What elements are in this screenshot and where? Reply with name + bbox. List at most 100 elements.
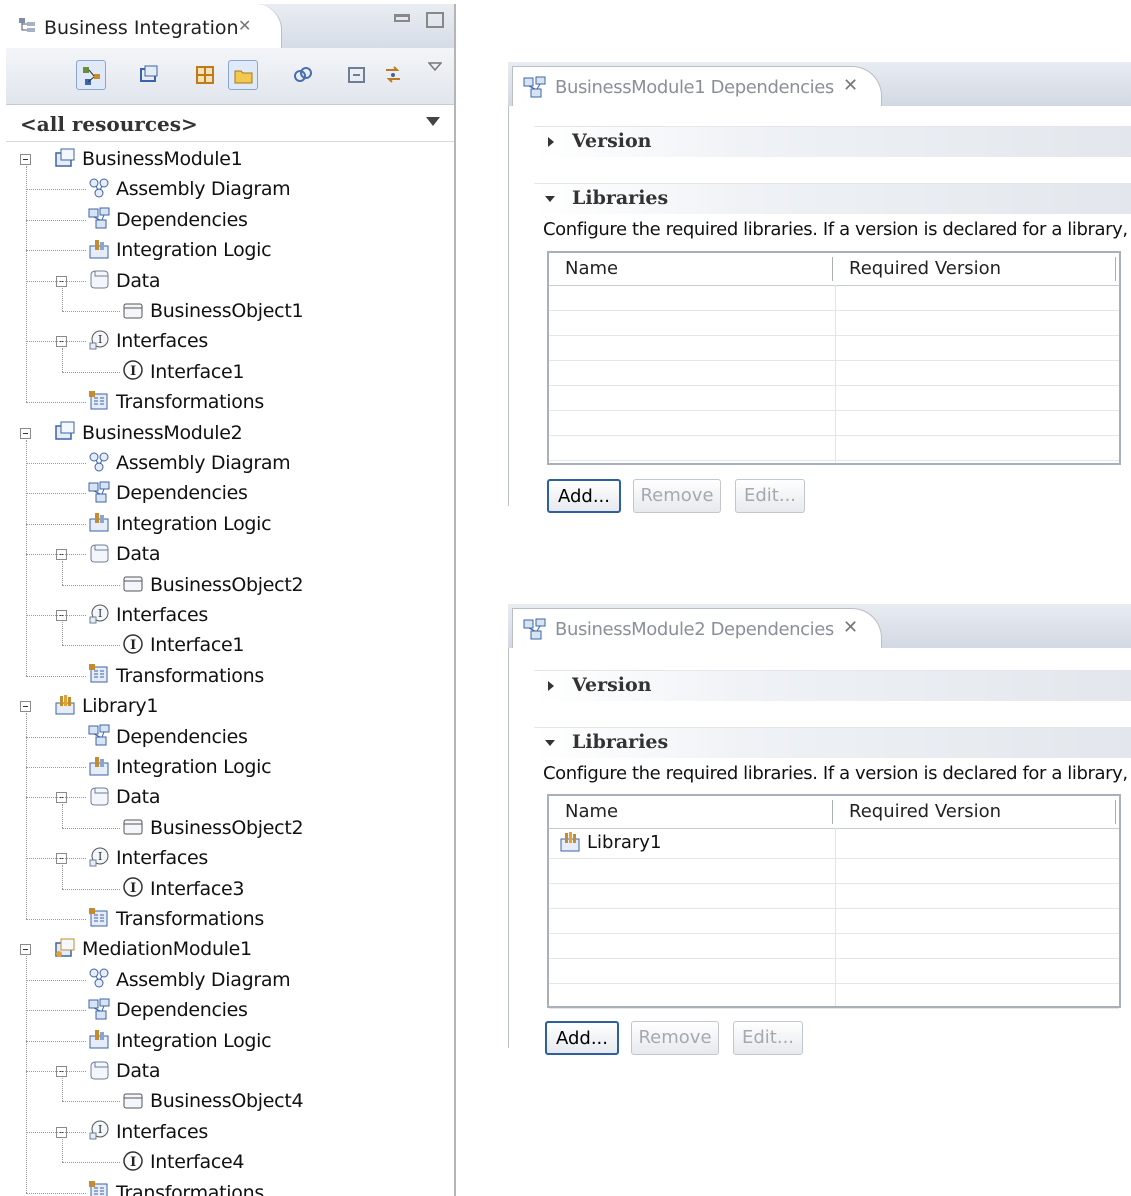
- tree-item[interactable]: Transformations: [88, 904, 264, 934]
- tree-item[interactable]: Dependencies: [88, 995, 248, 1025]
- tree-item[interactable]: BusinessObject1: [122, 296, 304, 326]
- remove-button[interactable]: Remove: [631, 1021, 719, 1055]
- tree-item[interactable]: Assembly Diagram: [88, 174, 291, 204]
- tree-item[interactable]: Integration Logic: [88, 509, 272, 539]
- dropdown-arrow-icon[interactable]: [426, 117, 440, 126]
- close-editor-icon[interactable]: ✕: [843, 617, 858, 638]
- table-row[interactable]: [549, 435, 1119, 461]
- tree-item[interactable]: I Interfaces: [88, 326, 208, 356]
- editor-tab[interactable]: BusinessModule1 Dependencies ✕: [512, 66, 882, 106]
- add-button[interactable]: Add...: [545, 1021, 619, 1055]
- table-row[interactable]: [549, 958, 1119, 984]
- column-separator[interactable]: [1115, 257, 1116, 281]
- collapse-toggle-icon[interactable]: [20, 154, 31, 165]
- library-name-cell: Library1: [587, 832, 662, 853]
- libraries-section-label: Libraries: [572, 187, 669, 209]
- collapse-toggle-icon[interactable]: [20, 427, 31, 439]
- column-separator[interactable]: [832, 800, 833, 824]
- new-module-button[interactable]: [134, 60, 164, 90]
- minimize-icon[interactable]: [394, 14, 410, 22]
- table-row[interactable]: [549, 360, 1119, 386]
- column-header-required-version[interactable]: Required Version: [849, 258, 1001, 279]
- libraries-table[interactable]: Name Required Version: [547, 251, 1121, 465]
- add-button[interactable]: Add...: [547, 479, 621, 513]
- column-header-name[interactable]: Name: [565, 801, 618, 822]
- tree-item[interactable]: BusinessModule2: [54, 418, 243, 448]
- tree-item[interactable]: BusinessObject2: [122, 813, 304, 843]
- tree-item[interactable]: Assembly Diagram: [88, 965, 291, 995]
- collapse-toggle-icon[interactable]: [20, 944, 31, 956]
- table-row[interactable]: [549, 933, 1119, 959]
- remove-button[interactable]: Remove: [633, 479, 721, 513]
- interfaces-icon: I: [89, 604, 109, 623]
- tree-item[interactable]: MediationModule1: [54, 934, 252, 964]
- tree-connector: [26, 1040, 86, 1042]
- table-header: Name Required Version: [549, 796, 1119, 829]
- table-row[interactable]: [549, 310, 1119, 336]
- tree-item[interactable]: Transformations: [88, 1178, 264, 1196]
- new-library-button[interactable]: [190, 60, 220, 90]
- column-separator[interactable]: [832, 257, 833, 281]
- tree-item-label: Interfaces: [116, 847, 208, 870]
- libraries-section-header[interactable]: Libraries: [534, 727, 1131, 758]
- table-row[interactable]: [549, 385, 1119, 411]
- editor-tab[interactable]: BusinessModule2 Dependencies ✕: [512, 608, 882, 648]
- column-header-required-version[interactable]: Required Version: [849, 801, 1001, 822]
- tree-item[interactable]: Transformations: [88, 387, 264, 417]
- tree-item[interactable]: Transformations: [88, 661, 264, 691]
- table-row[interactable]: [549, 335, 1119, 361]
- edit-button[interactable]: Edit...: [735, 479, 805, 513]
- collapsed-triangle-icon: [548, 681, 554, 691]
- tree-connector: [26, 979, 86, 981]
- open-folder-button[interactable]: [228, 60, 258, 90]
- table-row[interactable]: [549, 285, 1119, 311]
- tree-item[interactable]: Data: [88, 1056, 160, 1086]
- version-section-header[interactable]: Version: [534, 670, 1131, 701]
- column-header-name[interactable]: Name: [565, 258, 618, 279]
- tree-item[interactable]: BusinessObject4: [122, 1086, 304, 1116]
- tree-item[interactable]: Integration Logic: [88, 752, 272, 782]
- collapse-all-button[interactable]: [342, 60, 372, 90]
- tree-item[interactable]: Dependencies: [88, 478, 248, 508]
- libraries-table[interactable]: Name Required Version Library1: [547, 794, 1121, 1009]
- tree-item[interactable]: Integration Logic: [88, 1026, 272, 1056]
- tree-item[interactable]: Dependencies: [88, 205, 248, 235]
- tree-item[interactable]: I Interface3: [122, 874, 244, 904]
- tree-item[interactable]: I Interfaces: [88, 843, 208, 873]
- table-row[interactable]: Library1: [549, 828, 1119, 859]
- tree-item[interactable]: I Interfaces: [88, 600, 208, 630]
- table-row[interactable]: [549, 858, 1119, 884]
- view-menu-icon[interactable]: [428, 62, 442, 72]
- close-editor-icon[interactable]: ✕: [843, 75, 858, 96]
- tree-item[interactable]: Data: [88, 539, 160, 569]
- tree-item[interactable]: Data: [88, 782, 160, 812]
- collapse-toggle-icon[interactable]: [20, 701, 31, 713]
- libraries-section-header[interactable]: Libraries: [534, 183, 1131, 214]
- tree-item-label: BusinessObject4: [150, 1090, 304, 1113]
- tree-item[interactable]: Dependencies: [88, 722, 248, 752]
- table-row[interactable]: [549, 983, 1119, 1009]
- tree-item[interactable]: Integration Logic: [88, 235, 272, 265]
- tree-item[interactable]: I Interface4: [122, 1147, 244, 1177]
- link-with-editor-button[interactable]: [288, 60, 318, 90]
- show-business-view-button[interactable]: [76, 60, 106, 90]
- table-row[interactable]: [549, 410, 1119, 436]
- tree-item[interactable]: I Interface1: [122, 630, 244, 660]
- table-row[interactable]: [549, 883, 1119, 909]
- table-row[interactable]: [549, 908, 1119, 934]
- maximize-icon[interactable]: [426, 12, 444, 28]
- tree-item[interactable]: BusinessObject2: [122, 570, 304, 600]
- tree-item[interactable]: I Interface1: [122, 357, 244, 387]
- version-section-header[interactable]: Version: [534, 126, 1131, 157]
- tree-item[interactable]: Library1: [54, 691, 158, 721]
- edit-button[interactable]: Edit...: [733, 1021, 803, 1055]
- column-separator[interactable]: [1115, 800, 1116, 824]
- tree-item[interactable]: I Interfaces: [88, 1117, 208, 1147]
- close-view-icon[interactable]: ✕: [238, 16, 251, 35]
- tree-item[interactable]: Data: [88, 266, 160, 296]
- tree-item[interactable]: Assembly Diagram: [88, 448, 291, 478]
- resource-filter-combo[interactable]: <all resources>: [6, 105, 454, 142]
- view-tab[interactable]: Business Integration ✕: [6, 4, 282, 48]
- tree-item[interactable]: BusinessModule1: [54, 144, 243, 174]
- synchronize-button[interactable]: [378, 60, 408, 90]
